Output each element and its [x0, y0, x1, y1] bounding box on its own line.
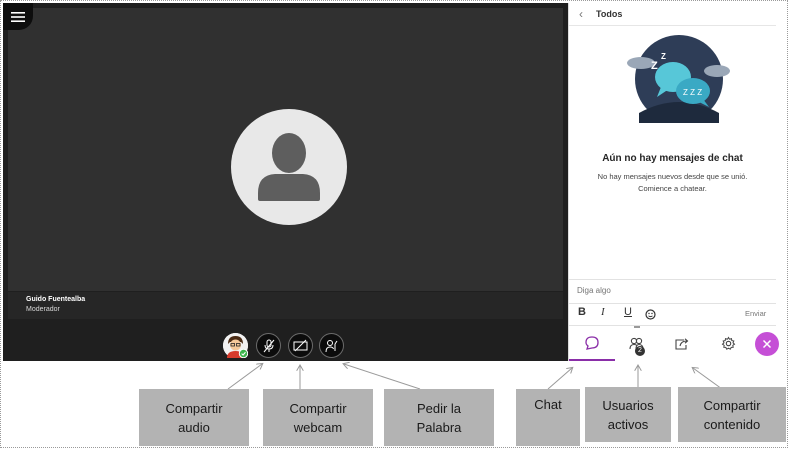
callout-line: Compartir [289, 400, 347, 416]
callout-chat: Chat [516, 389, 580, 446]
callout-active-users: Usuarios activos [585, 387, 671, 442]
annotation-arrows [227, 0, 723, 390]
arrow-hand [344, 364, 421, 390]
callout-line: Usuarios [602, 397, 654, 413]
callout-share-audio: Compartir audio [139, 389, 249, 446]
callout-share-webcam: Compartir webcam [263, 389, 373, 446]
callout-raise-hand: Pedir la Palabra [384, 389, 494, 446]
callout-line: contenido [703, 416, 761, 432]
arrow-audio [227, 364, 262, 390]
callout-line: activos [607, 416, 649, 432]
arrow-chat [547, 368, 572, 390]
callout-line: Palabra [416, 419, 462, 435]
callout-share-content: Compartir contenido [678, 387, 786, 442]
arrow-content [693, 368, 723, 390]
callout-line: Compartir [703, 397, 761, 413]
callout-line: Pedir la [416, 400, 462, 416]
callout-line: Chat [534, 397, 562, 412]
callout-line: webcam [293, 419, 343, 435]
callout-line: Compartir [165, 400, 223, 416]
callout-line: audio [178, 419, 210, 435]
